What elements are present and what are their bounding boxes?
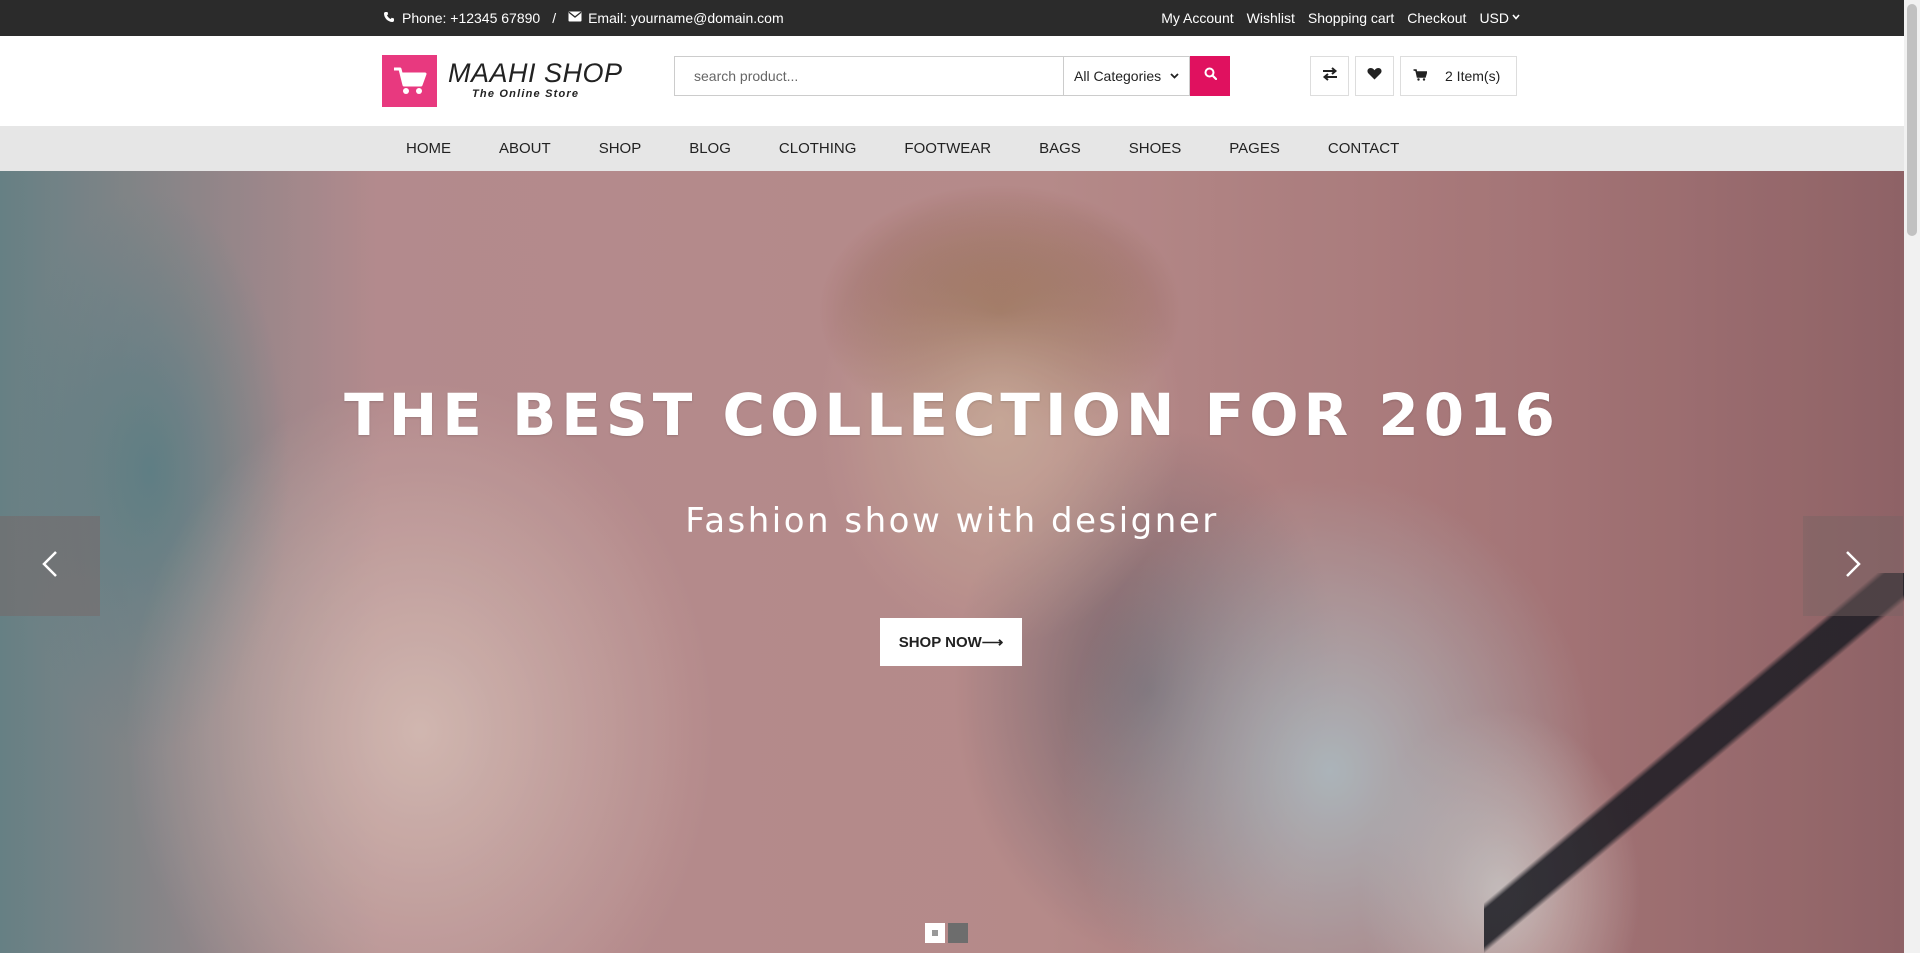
shopping-cart-link[interactable]: Shopping cart <box>1308 10 1394 26</box>
chevron-down-icon <box>1512 12 1520 23</box>
top-bar: Phone: +12345 67890 / Email: yourname@do… <box>0 0 1904 36</box>
shop-now-button[interactable]: SHOP NOW⟶ <box>880 618 1022 666</box>
main-navigation: HOME ABOUT SHOP BLOG CLOTHING FOOTWEAR B… <box>0 126 1904 171</box>
search-icon <box>1204 67 1217 85</box>
nav-item-about[interactable]: ABOUT <box>475 140 575 157</box>
cart-button[interactable]: 2 Item(s) <box>1400 56 1517 96</box>
nav-item-pages[interactable]: PAGES <box>1205 140 1304 157</box>
search-button[interactable] <box>1190 56 1230 96</box>
phone-icon <box>382 11 396 26</box>
logo-title[interactable]: MAAHI SHOP <box>448 58 623 89</box>
search-input[interactable] <box>674 56 1063 96</box>
phone-text: Phone: +12345 67890 <box>402 10 541 26</box>
nav-item-shop[interactable]: SHOP <box>575 140 666 157</box>
contact-separator: / <box>552 10 557 26</box>
site-header: MAAHI SHOP The Online Store All Categori… <box>0 36 1904 126</box>
envelope-icon <box>568 11 582 25</box>
exchange-icon <box>1322 66 1338 86</box>
contact-info: Phone: +12345 67890 / Email: yourname@do… <box>382 0 784 36</box>
currency-selector[interactable]: USD <box>1479 10 1520 26</box>
slider-dot-2[interactable] <box>948 923 968 943</box>
nav-item-clothing[interactable]: CLOTHING <box>755 140 881 157</box>
cart-logo-icon[interactable] <box>382 55 437 107</box>
my-account-link[interactable]: My Account <box>1161 10 1233 26</box>
hero-overlay <box>0 171 1904 953</box>
slider-pagination <box>925 923 968 943</box>
nav-item-home[interactable]: HOME <box>382 140 475 157</box>
currency-label: USD <box>1479 10 1509 26</box>
header-actions: 2 Item(s) <box>1310 56 1517 96</box>
compare-button[interactable] <box>1310 56 1349 96</box>
slider-next-button[interactable] <box>1803 516 1903 616</box>
nav-item-footwear[interactable]: FOOTWEAR <box>880 140 1015 157</box>
wishlist-button[interactable] <box>1355 56 1394 96</box>
wishlist-link[interactable]: Wishlist <box>1247 10 1295 26</box>
heart-icon <box>1367 67 1382 85</box>
nav-item-shoes[interactable]: SHOES <box>1105 140 1206 157</box>
nav-list: HOME ABOUT SHOP BLOG CLOTHING FOOTWEAR B… <box>382 126 1423 171</box>
chevron-right-icon <box>1845 550 1861 583</box>
search-bar: All Categories <box>674 56 1230 96</box>
cart-icon <box>1413 68 1428 84</box>
hero-slider: THE BEST COLLECTION FOR 2016 Fashion sho… <box>0 171 1904 953</box>
hero-title: THE BEST COLLECTION FOR 2016 <box>344 381 1560 449</box>
cart-count: 2 Item(s) <box>1445 68 1501 84</box>
account-links: My Account Wishlist Shopping cart Checko… <box>1161 0 1520 36</box>
category-label: All Categories <box>1074 68 1162 84</box>
slider-prev-button[interactable] <box>0 516 100 616</box>
logo-subtitle: The Online Store <box>472 88 580 100</box>
nav-item-blog[interactable]: BLOG <box>665 140 755 157</box>
chevron-down-icon <box>1170 71 1179 82</box>
checkout-link[interactable]: Checkout <box>1407 10 1466 26</box>
page-scrollbar[interactable] <box>1904 0 1920 953</box>
category-select[interactable]: All Categories <box>1063 56 1190 96</box>
scrollbar-thumb[interactable] <box>1907 4 1917 236</box>
slider-dot-1[interactable] <box>925 923 945 943</box>
chevron-left-icon <box>42 550 58 583</box>
hero-subtitle: Fashion show with designer <box>685 501 1219 541</box>
nav-item-bags[interactable]: BAGS <box>1015 140 1105 157</box>
email-text: Email: yourname@domain.com <box>588 10 784 26</box>
nav-item-contact[interactable]: CONTACT <box>1304 140 1423 157</box>
